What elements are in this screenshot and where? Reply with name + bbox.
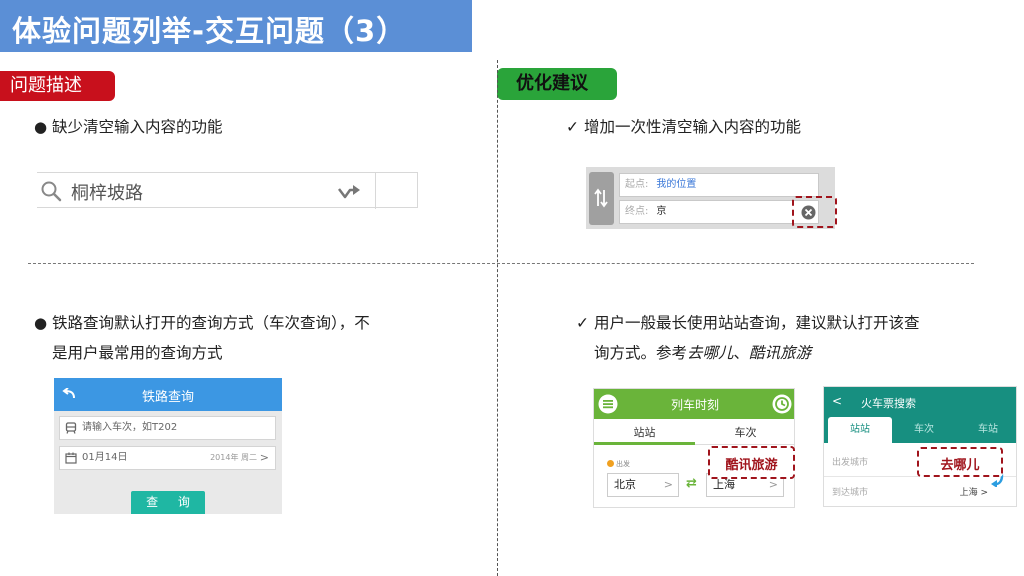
calendar-icon: [65, 452, 77, 464]
swap-vertical-icon: [594, 188, 608, 208]
title-bar: 体验问题列举-交互问题（3）: [0, 0, 472, 52]
search-text: 桐梓坡路: [71, 183, 143, 204]
train-number-placeholder: 请输入车次，如T202: [82, 422, 178, 433]
schedule-header: 列车时刻: [594, 389, 794, 419]
bullet-dot: ●: [34, 118, 48, 136]
suggestion-1-text: 增加一次性清空输入内容的功能: [584, 118, 802, 136]
kuxun-highlight-label: 酷讯旅游: [725, 458, 778, 473]
departure-dot-icon: [607, 460, 614, 467]
route-arrow-icon: [338, 185, 360, 199]
train-icon: [65, 422, 77, 434]
railway-header: 铁路查询: [54, 378, 282, 411]
issue-2-bullet: ● 铁路查询默认打开的查询方式（车次查询），不 是用户最常用的查询方式: [34, 310, 370, 366]
search-separator: [375, 173, 376, 209]
end-label: 终点:: [625, 206, 649, 217]
end-point-field[interactable]: 终点: 京: [619, 200, 819, 224]
issue-2-line-2: 是用户最常用的查询方式: [52, 344, 223, 362]
departure-city: 北京: [614, 478, 636, 491]
railway-title: 铁路查询: [141, 390, 194, 405]
issue-1-text: 缺少清空输入内容的功能: [52, 118, 223, 136]
history-clock-icon[interactable]: [772, 394, 792, 414]
kuxun-highlight-box: 酷讯旅游: [708, 446, 795, 479]
clear-highlight-box: [792, 196, 837, 228]
back-chevron-icon[interactable]: <: [832, 394, 842, 408]
departure-city-field[interactable]: 北京 >: [607, 473, 679, 497]
tab-train-number[interactable]: 车次: [892, 417, 956, 443]
chevron-right-icon: >: [663, 478, 673, 491]
qunar-highlight-box: 去哪儿: [917, 447, 1003, 477]
swap-cities-icon[interactable]: ⇄: [686, 476, 697, 491]
start-point-field[interactable]: 起点: 我的位置: [619, 173, 819, 197]
issue-1-bullet: ● 缺少清空输入内容的功能: [34, 114, 223, 140]
search-icon: [41, 181, 62, 202]
vertical-divider: [497, 60, 498, 576]
check-icon: ✓: [576, 314, 589, 332]
reference-kuxun: 酷讯旅游: [749, 344, 812, 362]
bullet-dot: ●: [34, 314, 48, 332]
ticket-header: < 火车票搜索: [824, 387, 1016, 417]
date-picker[interactable]: 01月14日 2014年 周二 >: [59, 446, 276, 470]
query-button[interactable]: 查 询: [131, 491, 205, 514]
reference-qunar: 去哪儿: [687, 344, 734, 362]
tab-station-to-station[interactable]: 站站: [828, 417, 892, 443]
qunar-highlight-label: 去哪儿: [940, 458, 980, 473]
issue-2-line-1: 铁路查询默认打开的查询方式（车次查询），不: [52, 314, 370, 332]
active-tab-indicator: [594, 442, 695, 445]
arrival-city-value: 上海 >: [959, 488, 988, 498]
ticket-tabs: 站站 车次 车站: [824, 417, 1016, 443]
schedule-title: 列车时刻: [670, 398, 719, 412]
arrival-city-label: 到达城市: [832, 488, 869, 498]
train-number-input[interactable]: 请输入车次，如T202: [59, 416, 276, 440]
end-value: 京: [656, 206, 667, 217]
suggestion-2-bullet: ✓ 用户一般最长使用站站查询，建议默认打开该查 询方式。参考去哪儿、酷讯旅游: [576, 310, 920, 366]
check-icon: ✓: [566, 118, 579, 136]
search-bar-mock: 桐梓坡路: [37, 172, 418, 209]
departure-label: 出发: [607, 459, 630, 469]
tab-underline: [695, 444, 794, 445]
suggestion-tag: 优化建议: [497, 68, 617, 100]
date-value: 01月14日: [82, 452, 128, 463]
chevron-right-icon: >: [259, 451, 269, 464]
swap-route-button[interactable]: [589, 172, 614, 225]
start-value: 我的位置: [656, 179, 697, 190]
departure-city-label: 出发城市: [832, 458, 869, 468]
suggestion-1-bullet: ✓ 增加一次性清空输入内容的功能: [566, 114, 801, 140]
tab-train-number[interactable]: 车次: [695, 424, 794, 440]
tab-station-to-station[interactable]: 站站: [594, 424, 695, 440]
reference-separator: 、: [733, 344, 750, 362]
problem-tag: 问题描述: [0, 71, 115, 101]
start-label: 起点:: [625, 179, 649, 190]
suggestion-2-prefix: 询方式。参考: [594, 344, 688, 362]
date-weekday: 2014年 周二: [210, 453, 257, 462]
tab-station[interactable]: 车站: [956, 417, 1016, 443]
suggestion-2-line-2: 询方式。参考去哪儿、酷讯旅游: [576, 340, 920, 366]
slide-title: 体验问题列举-交互问题（3）: [12, 14, 407, 48]
departure-label-text: 出发: [616, 460, 630, 468]
horizontal-divider: [28, 263, 974, 264]
ticket-title: 火车票搜索: [861, 397, 916, 410]
railway-query-mock: 铁路查询 请输入车次，如T202 01月14日 2014年 周二 > 查 询: [54, 378, 282, 514]
suggestion-2-line-1: 用户一般最长使用站站查询，建议默认打开该查: [594, 314, 920, 332]
arrival-city: 上海: [713, 478, 735, 491]
